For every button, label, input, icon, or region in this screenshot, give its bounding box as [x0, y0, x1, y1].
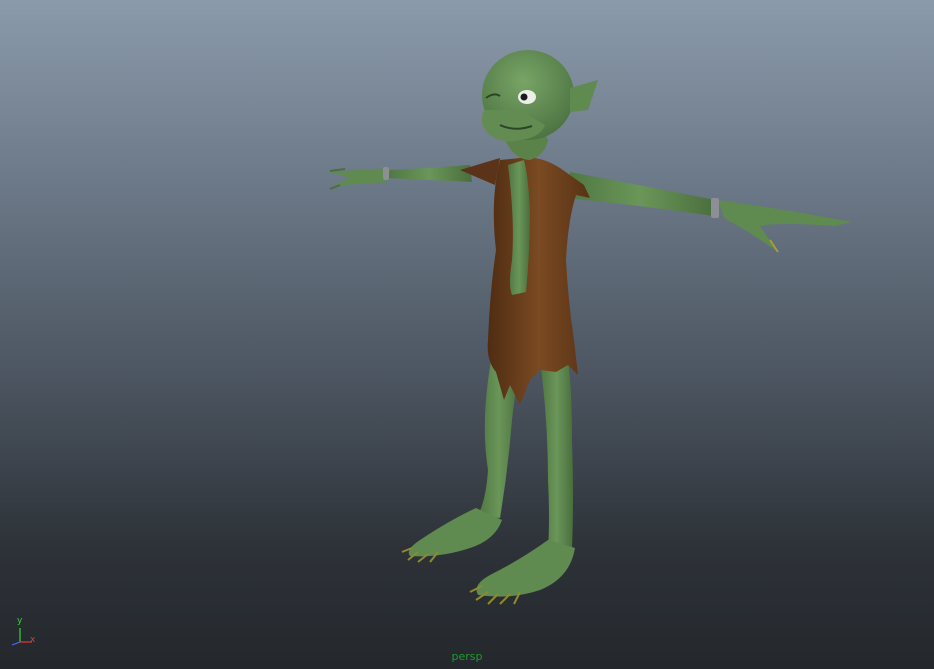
camera-name-label: persp: [451, 650, 483, 663]
tunic: [460, 157, 590, 405]
right-arm: [565, 172, 852, 253]
goblin-character-model[interactable]: [0, 0, 934, 669]
left-arm: [329, 165, 472, 190]
x-axis-label: x: [30, 635, 36, 645]
right-bracelet: [711, 198, 719, 218]
goblin-head: [482, 50, 598, 160]
y-axis-label: y: [17, 616, 23, 626]
left-bracelet: [383, 167, 389, 180]
axis-gizmo: y x: [4, 616, 40, 652]
perspective-viewport[interactable]: y x persp: [0, 0, 934, 669]
